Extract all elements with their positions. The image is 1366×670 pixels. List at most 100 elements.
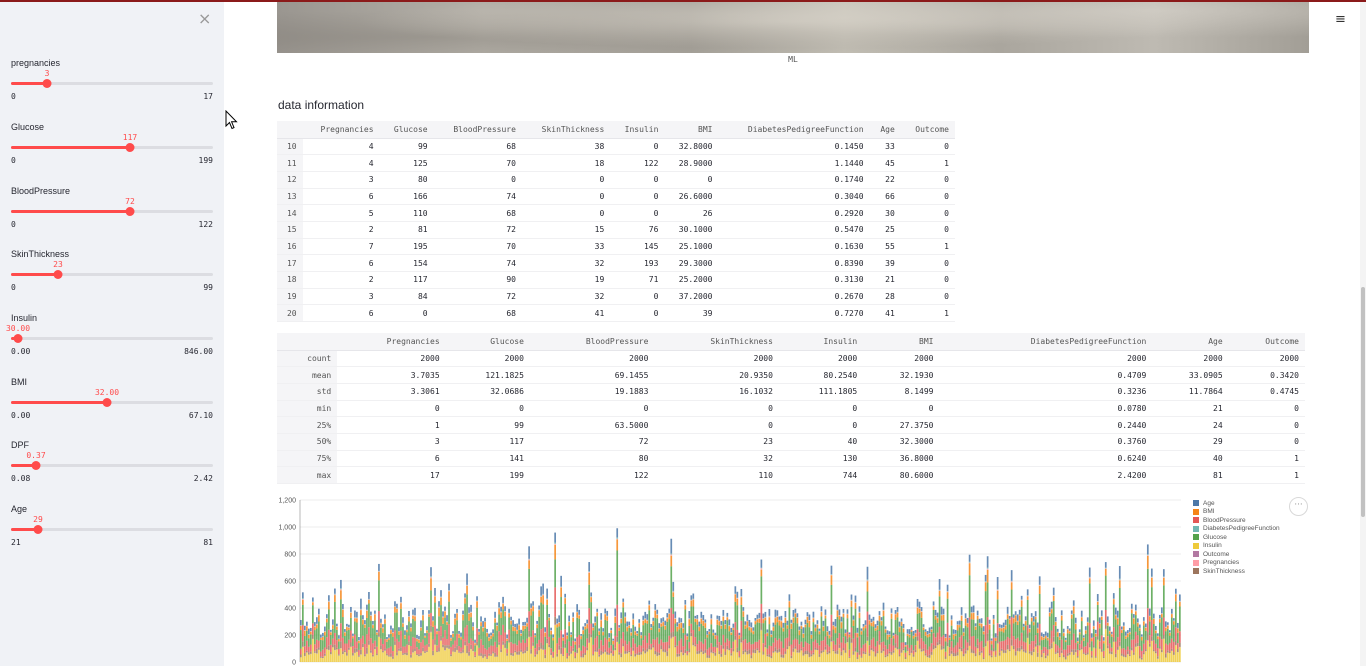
bar-segment <box>1045 632 1047 636</box>
column-header[interactable]: Pregnancies <box>303 121 380 138</box>
column-header[interactable]: Age <box>870 121 901 138</box>
slider-thumb[interactable] <box>126 207 135 216</box>
slider-track[interactable] <box>11 146 213 149</box>
slider-insulin[interactable]: Insulin30.000.00846.00 <box>11 313 213 363</box>
bar-segment <box>684 610 686 635</box>
column-header[interactable]: DiabetesPedigreeFunction <box>940 333 1153 350</box>
bar-segment <box>1149 621 1151 635</box>
chart-more-icon[interactable]: ··· <box>1289 497 1308 516</box>
slider-age[interactable]: Age292181 <box>11 504 213 554</box>
bar-segment <box>570 635 572 637</box>
column-header[interactable]: Pregnancies <box>337 333 445 350</box>
bar-segment <box>728 641 730 648</box>
bar-segment <box>702 626 704 644</box>
bar-segment <box>1025 625 1027 642</box>
scrollbar[interactable] <box>1360 0 1366 666</box>
bar-segment <box>504 648 506 662</box>
column-header[interactable]: BMI <box>863 333 939 350</box>
slider-glucose[interactable]: Glucose1170199 <box>11 122 213 172</box>
bar-segment <box>544 627 546 632</box>
bar-segment <box>716 619 718 620</box>
slider-max: 122 <box>199 220 213 229</box>
bar-segment <box>508 609 510 613</box>
slider-thumb[interactable] <box>43 79 52 88</box>
bar-segment <box>751 627 753 628</box>
bar-segment <box>867 612 869 637</box>
slider-track[interactable] <box>11 464 213 467</box>
bar-segment <box>1041 637 1043 641</box>
legend-item[interactable]: Age <box>1193 499 1280 508</box>
bar-segment <box>913 650 915 654</box>
bar-segment <box>372 628 374 643</box>
column-header[interactable]: Outcome <box>1229 333 1305 350</box>
column-header[interactable]: BloodPressure <box>434 121 522 138</box>
bar-segment <box>927 635 929 638</box>
slider-thumb[interactable] <box>14 334 23 343</box>
legend-item[interactable]: Glucose <box>1193 533 1280 542</box>
bar-segment <box>1135 611 1137 615</box>
bar-segment <box>815 631 817 639</box>
legend-item[interactable]: SkinThickness <box>1193 567 1280 576</box>
legend-item[interactable]: BloodPressure <box>1193 516 1280 525</box>
bar-segment <box>552 652 554 657</box>
bar-segment <box>1167 622 1169 625</box>
slider-track[interactable] <box>11 210 213 213</box>
column-header[interactable]: Glucose <box>380 121 434 138</box>
legend-item[interactable]: BMI <box>1193 508 1280 517</box>
bar-segment <box>817 620 819 624</box>
bar-segment <box>1141 640 1143 650</box>
column-header[interactable]: BMI <box>664 121 718 138</box>
bar-segment <box>708 634 710 647</box>
legend-item[interactable]: Outcome <box>1193 550 1280 559</box>
slider-thumb[interactable] <box>32 461 41 470</box>
column-header[interactable]: Insulin <box>779 333 863 350</box>
legend-item[interactable]: DiabetesPedigreeFunction <box>1193 525 1280 534</box>
bar-segment <box>374 620 376 640</box>
slider-thumb[interactable] <box>126 143 135 152</box>
bar-segment <box>616 605 618 637</box>
column-header[interactable]: DiabetesPedigreeFunction <box>719 121 870 138</box>
bar-segment <box>869 615 871 620</box>
slider-track[interactable] <box>11 82 213 85</box>
slider-track[interactable] <box>11 273 213 276</box>
bar-segment <box>450 638 452 640</box>
bar-segment <box>1171 609 1173 614</box>
slider-skinthickness[interactable]: SkinThickness23099 <box>11 249 213 299</box>
bar-segment <box>620 657 622 662</box>
column-header[interactable]: BloodPressure <box>530 333 655 350</box>
column-header[interactable]: Outcome <box>901 121 955 138</box>
bar-segment <box>779 619 781 620</box>
bar-segment <box>400 597 402 602</box>
slider-bmi[interactable]: BMI32.000.0067.10 <box>11 377 213 427</box>
slider-thumb[interactable] <box>54 270 63 279</box>
bar-segment <box>917 641 919 662</box>
column-header[interactable]: Glucose <box>446 333 530 350</box>
legend-item[interactable]: Insulin <box>1193 542 1280 551</box>
slider-track[interactable] <box>11 528 213 531</box>
scrollbar-thumb[interactable] <box>1361 287 1365 517</box>
close-sidebar-icon[interactable]: × <box>198 11 212 27</box>
bar-segment <box>935 620 937 638</box>
column-header[interactable]: SkinThickness <box>522 121 610 138</box>
bar-segment <box>777 653 779 662</box>
bar-segment <box>869 620 871 621</box>
slider-track[interactable] <box>11 401 213 404</box>
bar-segment <box>528 569 530 611</box>
hamburger-menu-icon[interactable]: ≡ <box>1335 12 1347 26</box>
bar-segment <box>346 644 348 653</box>
legend-item[interactable]: Pregnancies <box>1193 559 1280 568</box>
slider-bloodpressure[interactable]: BloodPressure720122 <box>11 186 213 236</box>
slider-dpf[interactable]: DPF0.370.082.42 <box>11 440 213 490</box>
slider-thumb[interactable] <box>103 398 112 407</box>
column-header[interactable]: Insulin <box>610 121 664 138</box>
column-header[interactable]: Age <box>1152 333 1228 350</box>
bar-segment <box>1169 636 1171 643</box>
bar-segment <box>418 636 420 639</box>
slider-track[interactable] <box>11 337 213 340</box>
column-header[interactable]: SkinThickness <box>654 333 779 350</box>
slider-pregnancies[interactable]: pregnancies3017 <box>11 58 213 108</box>
bar-segment <box>602 635 604 645</box>
slider-thumb[interactable] <box>34 525 43 534</box>
bar-segment <box>767 629 769 632</box>
bar-segment <box>706 655 708 658</box>
